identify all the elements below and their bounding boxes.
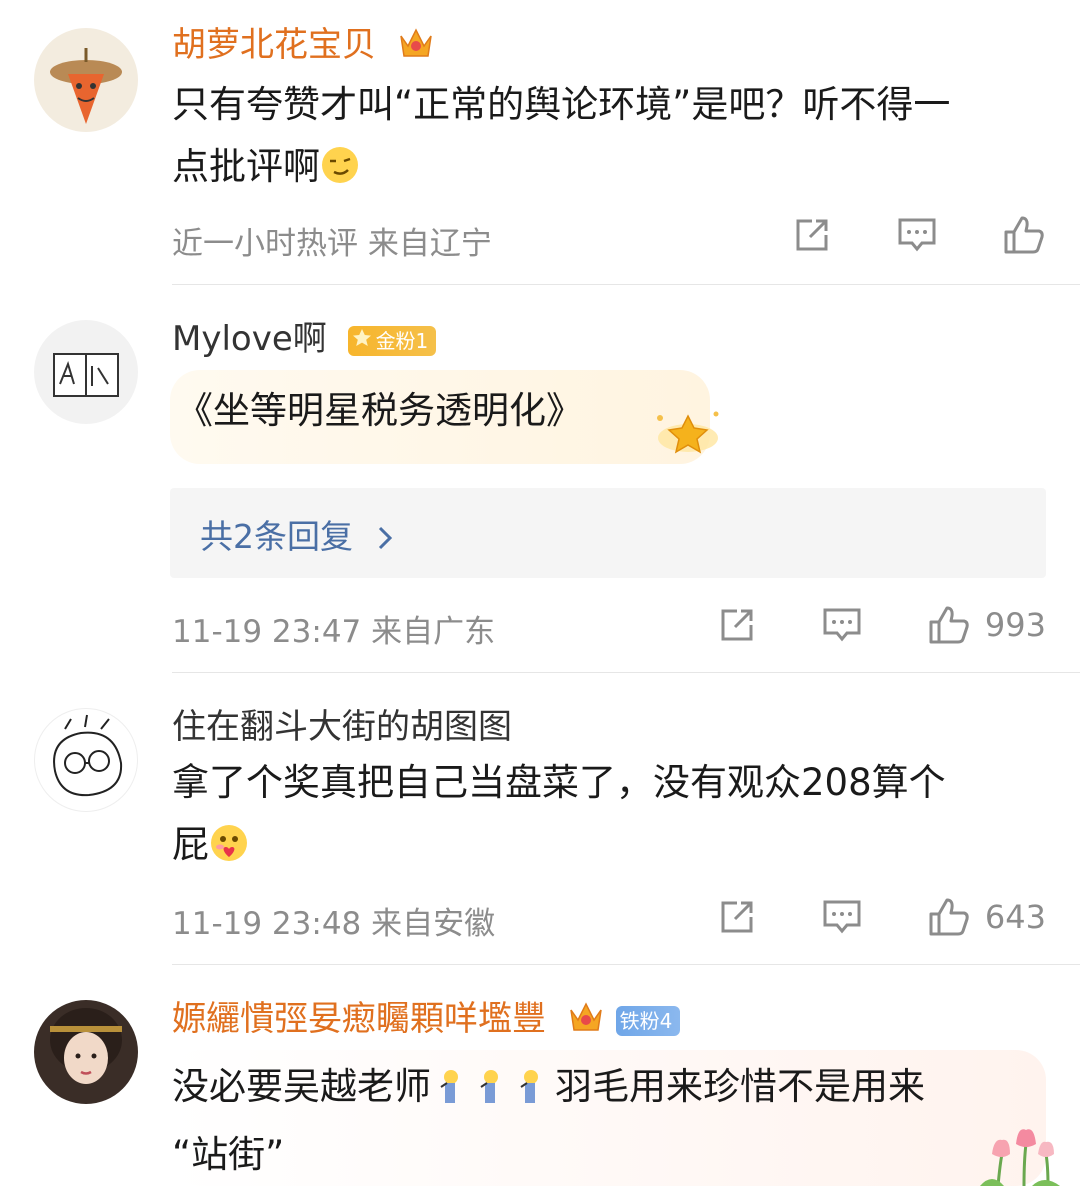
heart-face-emoji-icon [209, 820, 249, 861]
share-button[interactable] [717, 605, 757, 645]
username[interactable]: 嫄纚憒弳妟瘛矚顆咩壏豐 铁粉4 [172, 996, 681, 1046]
comment-icon [821, 605, 863, 645]
fan-badge[interactable]: 铁粉4 [615, 1005, 681, 1036]
avatar[interactable] [34, 320, 138, 424]
comment-button[interactable] [821, 897, 863, 937]
crown-icon [397, 24, 435, 72]
comment-text: 拿了个奖真把自己当盘菜了，没有观众208算个 屁 [172, 761, 946, 866]
comment-meta: 近一小时热评 来自辽宁 [172, 226, 492, 262]
like-count: 643 [984, 898, 1046, 936]
like-icon [1002, 214, 1046, 256]
like-icon [927, 896, 971, 938]
replies-count[interactable]: 共2条回复 [200, 510, 392, 558]
divider [172, 964, 1080, 965]
avatar[interactable] [34, 1000, 138, 1104]
avatar[interactable] [34, 708, 138, 812]
like-button[interactable]: 643 [927, 896, 1046, 938]
avatar[interactable] [34, 28, 138, 132]
comment-meta: 11-19 23:48 来自安徽 [172, 906, 496, 942]
share-icon [792, 215, 832, 255]
share-button[interactable] [717, 897, 757, 937]
star-icon [352, 318, 372, 364]
replies-link[interactable]: 共2条回复 [170, 488, 1046, 578]
comment-button[interactable] [896, 215, 938, 255]
like-button[interactable] [1002, 214, 1046, 256]
username[interactable]: 胡萝北花宝贝 [172, 22, 435, 72]
smirk-emoji-icon [320, 142, 360, 183]
comment-meta: 11-19 23:47 来自广东 [172, 614, 496, 650]
comment-icon [896, 215, 938, 255]
like-button[interactable]: 993 [927, 604, 1046, 646]
fan-badge[interactable]: 金粉1 [347, 325, 437, 356]
crown-icon [567, 998, 605, 1046]
comment-button[interactable] [821, 605, 863, 645]
action-bar [792, 214, 1046, 256]
tulip-icon [978, 1124, 1068, 1186]
divider [172, 284, 1080, 285]
gold-star-decoration-icon [652, 404, 724, 468]
action-bar: 993 [717, 604, 1046, 646]
divider [172, 672, 1080, 673]
username[interactable]: 住在翻斗大街的胡图图 [172, 704, 512, 750]
like-count: 993 [984, 606, 1046, 644]
comment-text: 《坐等明星税务透明化》 [176, 389, 583, 432]
comment-icon [821, 897, 863, 937]
share-icon [717, 605, 757, 645]
share-icon [717, 897, 757, 937]
like-icon [927, 604, 971, 646]
comment-text: 没必要吴越老师 羽毛用来珍惜不是用来 “站街” [172, 1056, 1042, 1186]
comment-text: 只有夸赞才叫“正常的舆论环境”是吧？听不得一 点批评啊 [172, 83, 951, 188]
share-button[interactable] [792, 215, 832, 255]
action-bar: 643 [717, 896, 1046, 938]
chevron-right-icon [378, 519, 392, 558]
candle-emoji-icon [433, 1062, 553, 1124]
username[interactable]: Mylove啊 金粉1 [172, 316, 437, 362]
